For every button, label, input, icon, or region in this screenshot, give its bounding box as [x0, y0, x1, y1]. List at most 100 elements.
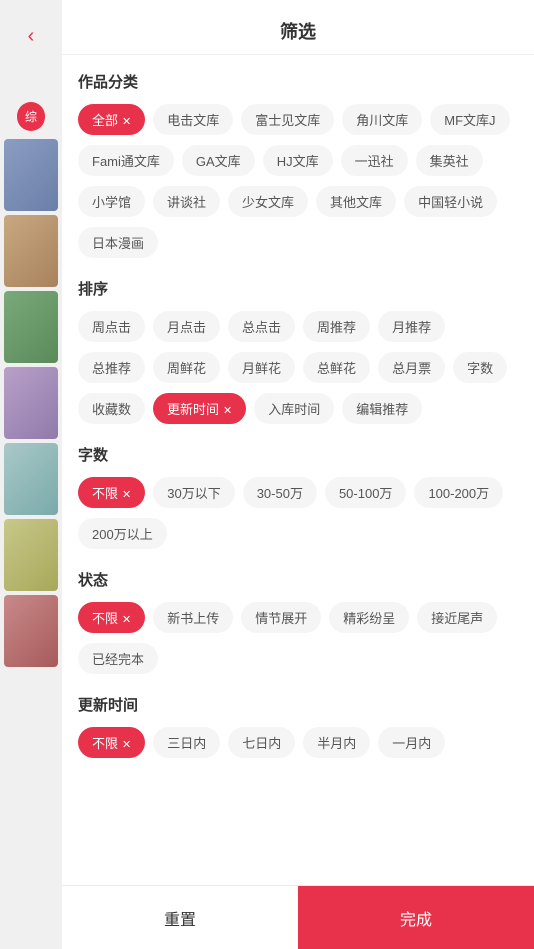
- tag-label-category-3: 角川文库: [356, 113, 408, 128]
- tag-category-0[interactable]: 全部✕: [78, 104, 145, 135]
- right-panel: 筛选 作品分类全部✕电击文库富士见文库角川文库MF文库JFami通文库GA文库H…: [62, 0, 534, 949]
- tag-label-category-5: Fami通文库: [92, 154, 160, 169]
- tag-sort-9[interactable]: 总月票: [378, 352, 445, 383]
- tag-status-5[interactable]: 已经完本: [78, 643, 158, 674]
- tag-wordcount-4[interactable]: 100-200万: [414, 477, 503, 508]
- tag-sort-2[interactable]: 总点击: [228, 311, 295, 342]
- tag-label-status-5: 已经完本: [92, 652, 144, 667]
- tag-sort-6[interactable]: 周鲜花: [153, 352, 220, 383]
- tag-label-status-1: 新书上传: [167, 611, 219, 626]
- tag-sort-8[interactable]: 总鲜花: [303, 352, 370, 383]
- book-card-5[interactable]: [4, 443, 58, 515]
- tag-sort-12[interactable]: 更新时间✕: [153, 393, 246, 424]
- tag-label-update_time-1: 三日内: [167, 736, 206, 751]
- book-card-3[interactable]: [4, 291, 58, 363]
- tag-close-update_time-0[interactable]: ✕: [122, 739, 131, 751]
- confirm-button[interactable]: 完成: [298, 886, 534, 949]
- book-card-6[interactable]: [4, 519, 58, 591]
- tag-wordcount-1[interactable]: 30万以下: [153, 477, 234, 508]
- section-update_time: 更新时间不限✕ 三日内 七日内 半月内一月内: [78, 694, 518, 758]
- page-title: 筛选: [280, 22, 316, 42]
- tag-label-sort-10: 字数: [467, 361, 493, 376]
- tag-label-wordcount-3: 50-100万: [339, 486, 392, 501]
- tag-sort-1[interactable]: 月点击: [153, 311, 220, 342]
- tag-label-category-15: 日本漫画: [92, 236, 144, 251]
- tag-close-status-0[interactable]: ✕: [122, 614, 131, 626]
- tag-category-8[interactable]: 一迅社: [341, 145, 408, 176]
- section-category: 作品分类全部✕电击文库富士见文库角川文库MF文库JFami通文库GA文库HJ文库…: [78, 71, 518, 258]
- tag-category-11[interactable]: 讲谈社: [153, 186, 220, 217]
- tag-sort-11[interactable]: 收藏数: [78, 393, 145, 424]
- section-wordcount: 字数不限✕30万以下30-50万50-100万100-200万200万以上: [78, 444, 518, 549]
- tag-category-2[interactable]: 富士见文库: [241, 104, 334, 135]
- tag-close-sort-12[interactable]: ✕: [223, 405, 232, 417]
- tag-status-1[interactable]: 新书上传: [153, 602, 233, 633]
- tag-label-wordcount-2: 30-50万: [257, 486, 303, 501]
- tag-category-1[interactable]: 电击文库: [153, 104, 233, 135]
- tag-category-4[interactable]: MF文库J: [430, 104, 509, 135]
- tag-label-status-4: 接近尾声: [431, 611, 483, 626]
- tag-category-3[interactable]: 角川文库: [342, 104, 422, 135]
- filter-content: 作品分类全部✕电击文库富士见文库角川文库MF文库JFami通文库GA文库HJ文库…: [62, 55, 534, 885]
- tag-label-sort-5: 总推荐: [92, 361, 131, 376]
- book-card-7[interactable]: [4, 595, 58, 667]
- tag-update_time-0[interactable]: 不限✕: [78, 727, 145, 758]
- tag-category-13[interactable]: 其他文库: [316, 186, 396, 217]
- tag-label-category-14: 中国轻小说: [418, 195, 483, 210]
- tag-label-update_time-2: 七日内: [242, 736, 281, 751]
- tag-category-7[interactable]: HJ文库: [263, 145, 333, 176]
- tag-category-10[interactable]: 小学馆: [78, 186, 145, 217]
- tag-sort-5[interactable]: 总推荐: [78, 352, 145, 383]
- tag-status-2[interactable]: 情节展开: [241, 602, 321, 633]
- tag-label-sort-0: 周点击: [92, 320, 131, 335]
- tag-category-6[interactable]: GA文库: [182, 145, 255, 176]
- back-button[interactable]: ‹: [15, 20, 47, 52]
- tag-category-9[interactable]: 集英社: [416, 145, 483, 176]
- tag-label-sort-11: 收藏数: [92, 402, 131, 417]
- category-tab[interactable]: 综: [17, 102, 45, 131]
- tag-wordcount-2[interactable]: 30-50万: [243, 477, 317, 508]
- tag-close-wordcount-0[interactable]: ✕: [122, 489, 131, 501]
- tag-sort-7[interactable]: 月鲜花: [228, 352, 295, 383]
- section-title-sort: 排序: [78, 278, 518, 299]
- tag-update_time-2[interactable]: 七日内: [228, 727, 295, 758]
- tag-label-status-0: 不限: [92, 611, 118, 626]
- tag-label-category-13: 其他文库: [330, 195, 382, 210]
- tag-category-12[interactable]: 少女文库: [228, 186, 308, 217]
- tag-label-category-7: HJ文库: [277, 154, 319, 169]
- book-card-2[interactable]: [4, 215, 58, 287]
- book-card-1[interactable]: [4, 139, 58, 211]
- tag-status-4[interactable]: 接近尾声: [417, 602, 497, 633]
- tag-label-sort-13: 入库时间: [268, 402, 320, 417]
- reset-button[interactable]: 重置: [62, 886, 298, 949]
- section-sort: 排序周点击 月点击 总点击周推荐月推荐总推荐 周鲜花 月鲜花总鲜花总月票 字数收藏数 更新时…: [78, 278, 518, 424]
- section-title-update_time: 更新时间: [78, 694, 518, 715]
- tag-label-category-11: 讲谈社: [167, 195, 206, 210]
- tag-wordcount-0[interactable]: 不限 ✕: [78, 477, 145, 508]
- tag-wordcount-5[interactable]: 200万以上: [78, 518, 167, 549]
- tag-label-category-6: GA文库: [196, 154, 241, 169]
- tag-sort-14[interactable]: 编辑推荐: [342, 393, 422, 424]
- filter-header: 筛选: [62, 0, 534, 55]
- tag-sort-3[interactable]: 周推荐: [303, 311, 370, 342]
- tag-label-sort-1: 月点击: [167, 320, 206, 335]
- tag-sort-10[interactable]: 字数: [453, 352, 507, 383]
- tag-update_time-4[interactable]: 一月内: [378, 727, 445, 758]
- tag-sort-13[interactable]: 入库时间: [254, 393, 334, 424]
- section-title-status: 状态: [78, 569, 518, 590]
- tag-category-15[interactable]: 日本漫画: [78, 227, 158, 258]
- footer-bar: 重置 完成: [62, 885, 534, 949]
- tag-status-3[interactable]: 精彩纷呈: [329, 602, 409, 633]
- tag-label-wordcount-0: 不限: [92, 486, 118, 501]
- tag-close-category-0[interactable]: ✕: [122, 116, 131, 128]
- tag-update_time-3[interactable]: 半月内: [303, 727, 370, 758]
- tag-category-14[interactable]: 中国轻小说: [404, 186, 497, 217]
- tag-status-0[interactable]: 不限 ✕: [78, 602, 145, 633]
- tag-update_time-1[interactable]: 三日内: [153, 727, 220, 758]
- tag-sort-4[interactable]: 月推荐: [378, 311, 445, 342]
- tag-sort-0[interactable]: 周点击: [78, 311, 145, 342]
- tag-category-5[interactable]: Fami通文库: [78, 145, 174, 176]
- tag-wordcount-3[interactable]: 50-100万: [325, 477, 406, 508]
- tag-label-sort-6: 周鲜花: [167, 361, 206, 376]
- book-card-4[interactable]: [4, 367, 58, 439]
